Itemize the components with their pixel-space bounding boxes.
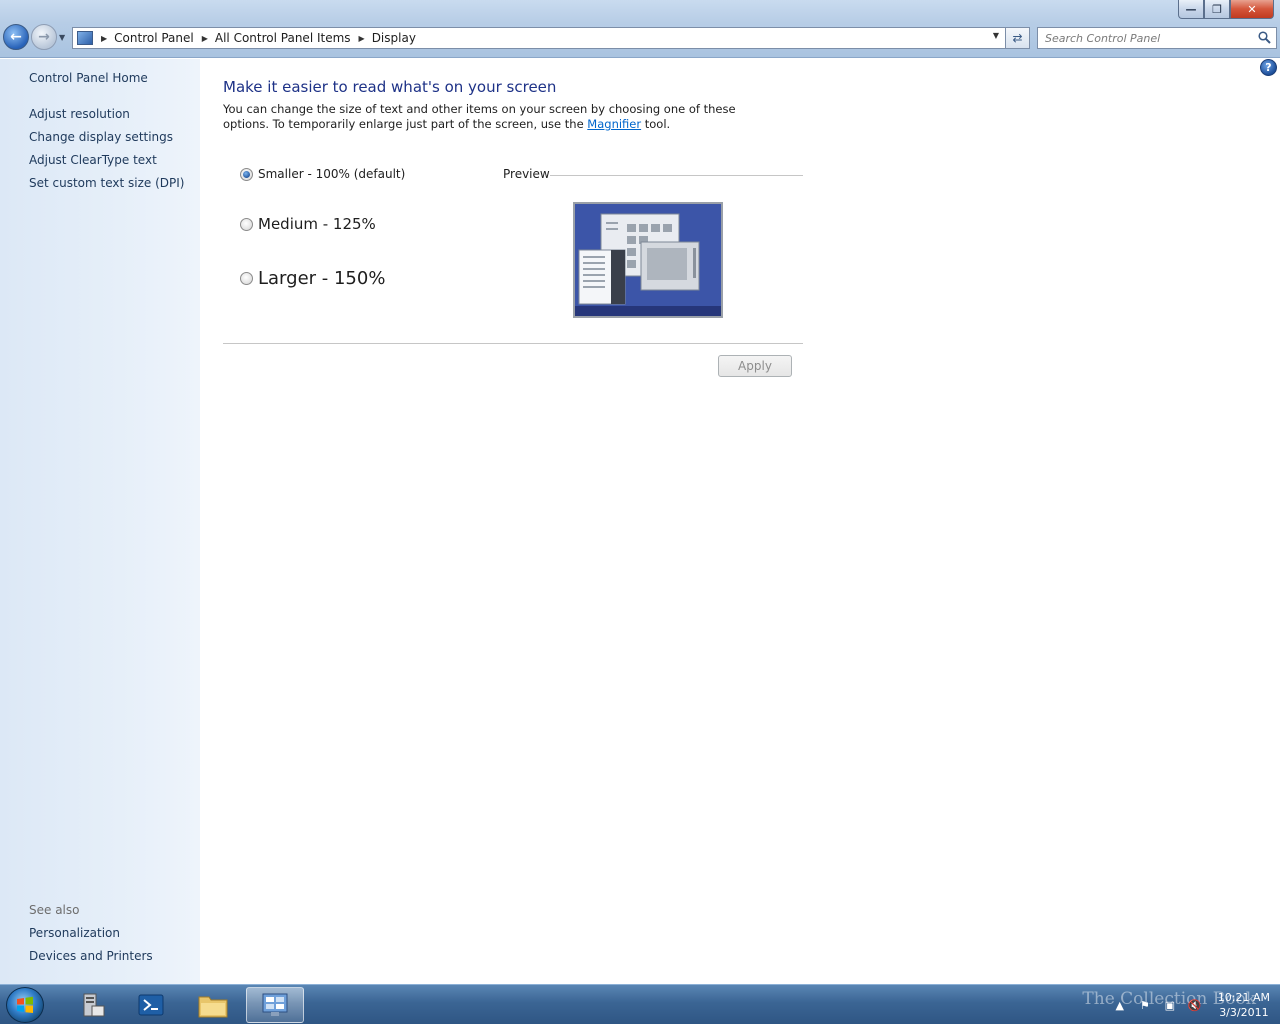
window-chrome: — ❐ ✕ ← → ▼ ▶ Control Panel ▶ All Contro… bbox=[0, 0, 1280, 58]
description-text-end: tool. bbox=[644, 117, 671, 131]
taskbar-explorer[interactable] bbox=[184, 987, 242, 1023]
taskbar-powershell[interactable] bbox=[122, 987, 180, 1023]
custom-text-size-link[interactable]: Set custom text size (DPI) bbox=[29, 176, 184, 190]
radio-medium[interactable] bbox=[240, 217, 253, 231]
left-navigation-pane: Control Panel Home Adjust resolution Cha… bbox=[0, 59, 200, 984]
breadcrumb-display[interactable]: Display bbox=[372, 31, 416, 45]
recent-pages-chevron-icon[interactable]: ▼ bbox=[59, 33, 65, 42]
server-manager-icon bbox=[83, 993, 105, 1017]
taskbar-server-manager[interactable] bbox=[62, 987, 120, 1023]
forward-arrow-icon: → bbox=[38, 29, 50, 45]
control-panel-home-link[interactable]: Control Panel Home bbox=[29, 71, 148, 85]
minimize-button[interactable]: — bbox=[1178, 0, 1204, 19]
address-bar[interactable]: ▶ Control Panel ▶ All Control Panel Item… bbox=[72, 27, 1006, 49]
option-smaller-label[interactable]: Smaller - 100% (default) bbox=[258, 167, 405, 181]
section-divider bbox=[223, 343, 803, 344]
radio-smaller[interactable] bbox=[240, 167, 253, 181]
action-center-flag-icon[interactable]: ⚑ bbox=[1137, 997, 1153, 1013]
search-input[interactable] bbox=[1045, 31, 1250, 45]
radio-selected-dot-icon bbox=[243, 170, 250, 178]
page-description: You can change the size of text and othe… bbox=[223, 102, 783, 132]
refresh-button[interactable]: ⇄ bbox=[1006, 27, 1030, 49]
preview-divider bbox=[550, 175, 803, 176]
apply-button[interactable]: Apply bbox=[718, 355, 792, 377]
search-icon[interactable] bbox=[1258, 31, 1271, 44]
option-medium[interactable]: Medium - 125% bbox=[240, 215, 376, 233]
breadcrumb-chevron-icon[interactable]: ▶ bbox=[101, 34, 107, 43]
network-icon[interactable]: ▣ bbox=[1162, 997, 1178, 1013]
breadcrumb-control-panel[interactable]: Control Panel bbox=[114, 31, 194, 45]
adjust-resolution-link[interactable]: Adjust resolution bbox=[29, 107, 130, 121]
taskbar: The Collection Book ▲ ⚑ ▣ 🔇 10:21 AM 3/3… bbox=[0, 984, 1280, 1024]
control-panel-icon bbox=[77, 31, 93, 45]
folder-icon bbox=[198, 996, 228, 1018]
forward-button[interactable]: → bbox=[31, 24, 57, 50]
refresh-icon: ⇄ bbox=[1012, 31, 1023, 45]
close-button[interactable]: ✕ bbox=[1230, 0, 1274, 19]
devices-and-printers-link[interactable]: Devices and Printers bbox=[29, 949, 153, 963]
maximize-button[interactable]: ❐ bbox=[1204, 0, 1230, 19]
preview-label: Preview bbox=[503, 167, 550, 181]
control-panel-icon bbox=[262, 993, 288, 1016]
clock-time: 10:21 AM bbox=[1217, 991, 1270, 1004]
breadcrumb-chevron-icon[interactable]: ▶ bbox=[359, 34, 365, 43]
breadcrumb-chevron-icon[interactable]: ▶ bbox=[202, 34, 208, 43]
clock-date: 3/3/2011 bbox=[1219, 1006, 1269, 1019]
magnifier-link[interactable]: Magnifier bbox=[587, 117, 641, 131]
change-display-settings-link[interactable]: Change display settings bbox=[29, 130, 173, 144]
back-button[interactable]: ← bbox=[3, 24, 29, 50]
option-smaller[interactable]: Smaller - 100% (default) bbox=[240, 167, 405, 181]
window-controls: — ❐ ✕ bbox=[1178, 0, 1274, 19]
windows-logo-icon bbox=[17, 996, 33, 1013]
search-box[interactable] bbox=[1037, 27, 1277, 49]
main-content: ? Make it easier to read what's on your … bbox=[200, 59, 1280, 984]
help-icon: ? bbox=[1265, 61, 1272, 74]
option-larger[interactable]: Larger - 150% bbox=[240, 268, 385, 289]
personalization-link[interactable]: Personalization bbox=[29, 926, 120, 940]
back-arrow-icon: ← bbox=[10, 29, 22, 45]
adjust-cleartype-link[interactable]: Adjust ClearType text bbox=[29, 153, 157, 167]
address-dropdown-icon[interactable]: ▼ bbox=[993, 31, 999, 40]
taskbar-control-panel[interactable] bbox=[246, 987, 304, 1023]
desktop-preview-icon bbox=[575, 204, 721, 316]
volume-muted-icon[interactable]: 🔇 bbox=[1187, 997, 1203, 1013]
system-tray: ▲ ⚑ ▣ 🔇 10:21 AM 3/3/2011 bbox=[1112, 985, 1270, 1024]
option-medium-label[interactable]: Medium - 125% bbox=[258, 215, 376, 233]
radio-larger[interactable] bbox=[240, 272, 253, 285]
show-hidden-icons-icon[interactable]: ▲ bbox=[1112, 997, 1128, 1013]
clock[interactable]: 10:21 AM 3/3/2011 bbox=[1218, 990, 1270, 1020]
navigation-buttons: ← → ▼ bbox=[3, 24, 65, 50]
page-title: Make it easier to read what's on your sc… bbox=[223, 78, 557, 96]
powershell-icon bbox=[138, 994, 164, 1016]
option-larger-label[interactable]: Larger - 150% bbox=[258, 268, 385, 289]
breadcrumb-all-items[interactable]: All Control Panel Items bbox=[215, 31, 351, 45]
help-button[interactable]: ? bbox=[1260, 59, 1277, 76]
start-button[interactable] bbox=[6, 987, 44, 1023]
preview-image bbox=[573, 202, 723, 318]
see-also-heading: See also bbox=[29, 903, 80, 917]
